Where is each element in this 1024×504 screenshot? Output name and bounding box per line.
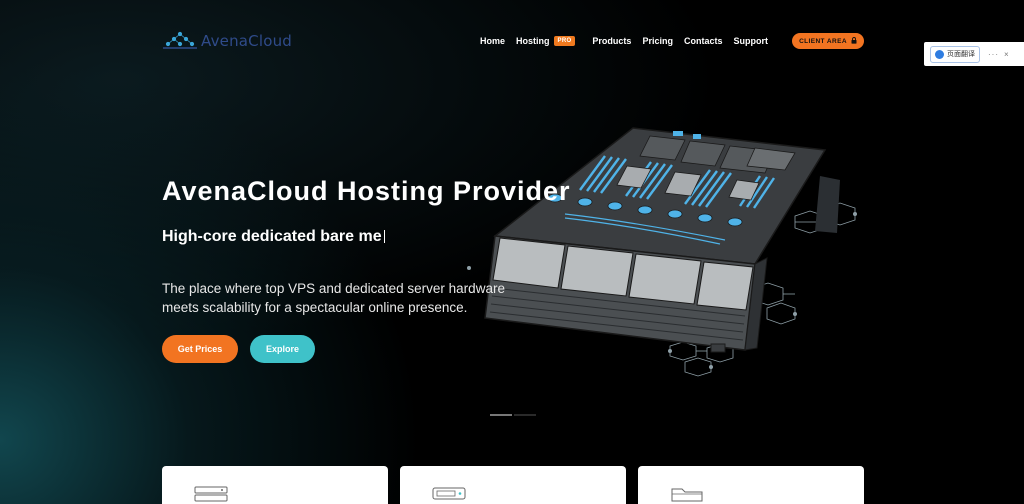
nav-label: Support — [733, 36, 768, 46]
hero-section: AvenaCloud Home Hosting PRO Products Pri… — [0, 0, 1024, 504]
nav-label: Hosting — [516, 36, 550, 46]
nav-item-home[interactable]: Home — [480, 36, 505, 46]
hero-description: The place where top VPS and dedicated se… — [162, 281, 505, 315]
typing-cursor — [383, 230, 385, 243]
server-rack-illustration — [467, 127, 857, 377]
nav-label: Pricing — [642, 36, 673, 46]
nav-item-contacts[interactable]: Contacts — [684, 36, 723, 46]
nav-item-hosting[interactable]: Hosting PRO — [516, 36, 581, 46]
nav-label: Products — [592, 36, 632, 46]
feature-card[interactable] — [400, 466, 626, 504]
close-icon[interactable]: × — [1004, 50, 1009, 59]
translate-widget: 页面翻译 ··· × — [924, 42, 1024, 66]
server-icon — [194, 486, 228, 502]
feature-card[interactable] — [162, 466, 388, 504]
translate-label: 页面翻译 — [947, 50, 975, 58]
hero-title: AvenaCloud Hosting Provider — [162, 176, 571, 206]
main-nav: Home Hosting PRO Products Pricing Contac… — [480, 34, 779, 48]
client-area-label: CLIENT AREA — [799, 37, 847, 45]
nav-item-products[interactable]: Products — [592, 36, 631, 46]
slide-indicator-active[interactable] — [490, 414, 512, 416]
translate-page-button[interactable]: 页面翻译 — [930, 45, 980, 63]
get-prices-button[interactable]: Get Prices — [162, 335, 238, 363]
pro-badge: PRO — [553, 36, 576, 46]
hero-subtitle: High-core dedicated bare me — [162, 228, 385, 246]
feature-card[interactable] — [638, 466, 864, 504]
nav-item-pricing[interactable]: Pricing — [642, 36, 673, 46]
nav-label: Contacts — [683, 36, 723, 46]
brand-name: AvenaCloud — [201, 32, 293, 50]
typed-text: High-core dedicated bare me — [162, 228, 382, 245]
explore-button[interactable]: Explore — [250, 335, 315, 363]
client-area-button[interactable]: CLIENT AREA — [792, 33, 864, 49]
nav-item-support[interactable]: Support — [733, 36, 768, 46]
more-options-icon[interactable]: ··· — [988, 50, 999, 59]
slide-indicator[interactable] — [514, 414, 536, 416]
nav-label: Home — [480, 36, 506, 46]
hardware-icon — [432, 487, 466, 500]
translate-logo-icon — [935, 49, 944, 59]
slider-pagination — [490, 414, 536, 416]
brand-logo[interactable]: AvenaCloud — [162, 31, 292, 51]
lock-icon — [851, 36, 857, 46]
folder-icon — [671, 488, 703, 502]
cloud-network-icon — [163, 31, 197, 49]
